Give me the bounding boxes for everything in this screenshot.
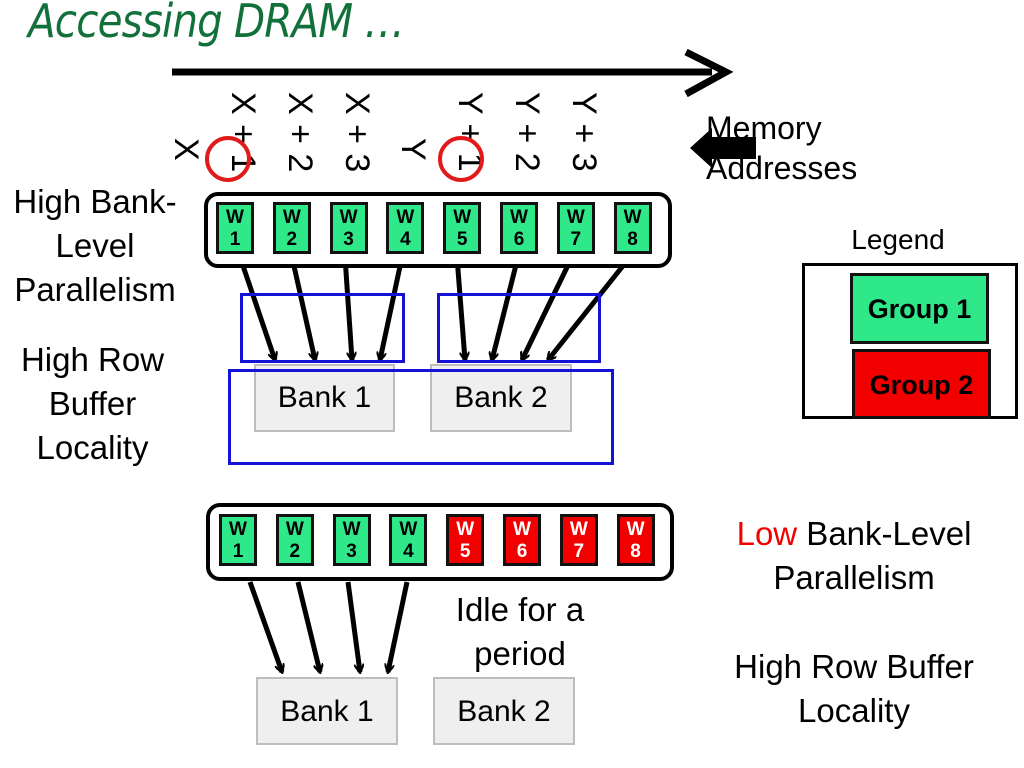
- high-rbl-label: High Row Buffer Locality: [20, 341, 165, 466]
- request-top-w2: W2: [272, 202, 311, 254]
- legend-title: Legend: [851, 224, 945, 255]
- request-top-w7: W7: [556, 202, 595, 254]
- request-bottom-w5: W5: [446, 514, 485, 566]
- high-blp-label: High Bank- Level Parallelism: [13, 183, 177, 308]
- request-top-w1: W1: [216, 202, 254, 254]
- request-bottom-w2: W2: [275, 514, 314, 566]
- bottom-bank-1: Bank 1: [256, 677, 398, 745]
- legend-group-2: Group 2: [852, 349, 991, 419]
- memory-addresses-label: Memory Addresses: [706, 110, 858, 186]
- request-top-w6: W6: [500, 202, 538, 254]
- highlight-circle-y: [438, 136, 484, 182]
- bank2-parallel-highlight: [437, 293, 601, 363]
- request-bottom-w4: W4: [389, 514, 428, 566]
- time-arrow: [172, 48, 734, 98]
- request-top-w4: W4: [386, 202, 425, 254]
- request-bottom-w7: W7: [559, 514, 598, 566]
- bank1-parallel-highlight: [240, 293, 405, 363]
- request-top-w3: W3: [329, 202, 368, 254]
- bottom-high-rbl-label: High Row Buffer Locality: [734, 648, 974, 729]
- row-buffer-locality-highlight: [228, 369, 614, 465]
- highlight-circle-x: [205, 136, 251, 182]
- arrow-bottom-w2: [295, 581, 320, 672]
- request-bottom-w1: W1: [219, 514, 257, 566]
- request-bottom-w8: W8: [616, 514, 655, 566]
- arrow-bottom-w4: [388, 581, 410, 672]
- address-label: Y + 3: [565, 92, 603, 172]
- arrow-bottom-w1: [247, 581, 282, 672]
- bottom-bank-2: Bank 2: [433, 677, 575, 745]
- bottom-request-arrows: [247, 581, 410, 672]
- request-bottom-w6: W6: [503, 514, 541, 566]
- slide: Accessing DRAM … X + 1 X + 2 X + 3 X Y +…: [0, 0, 1024, 768]
- request-top-w5: W5: [443, 202, 482, 254]
- request-top-w8: W8: [613, 202, 652, 254]
- legend-group-1: Group 1: [850, 273, 989, 344]
- arrow-bottom-w3: [345, 581, 360, 672]
- idle-note: Idle for a period: [455, 591, 585, 672]
- request-bottom-w3: W3: [332, 514, 371, 566]
- low-blp-label: Low Bank-Level Parallelism: [736, 515, 972, 596]
